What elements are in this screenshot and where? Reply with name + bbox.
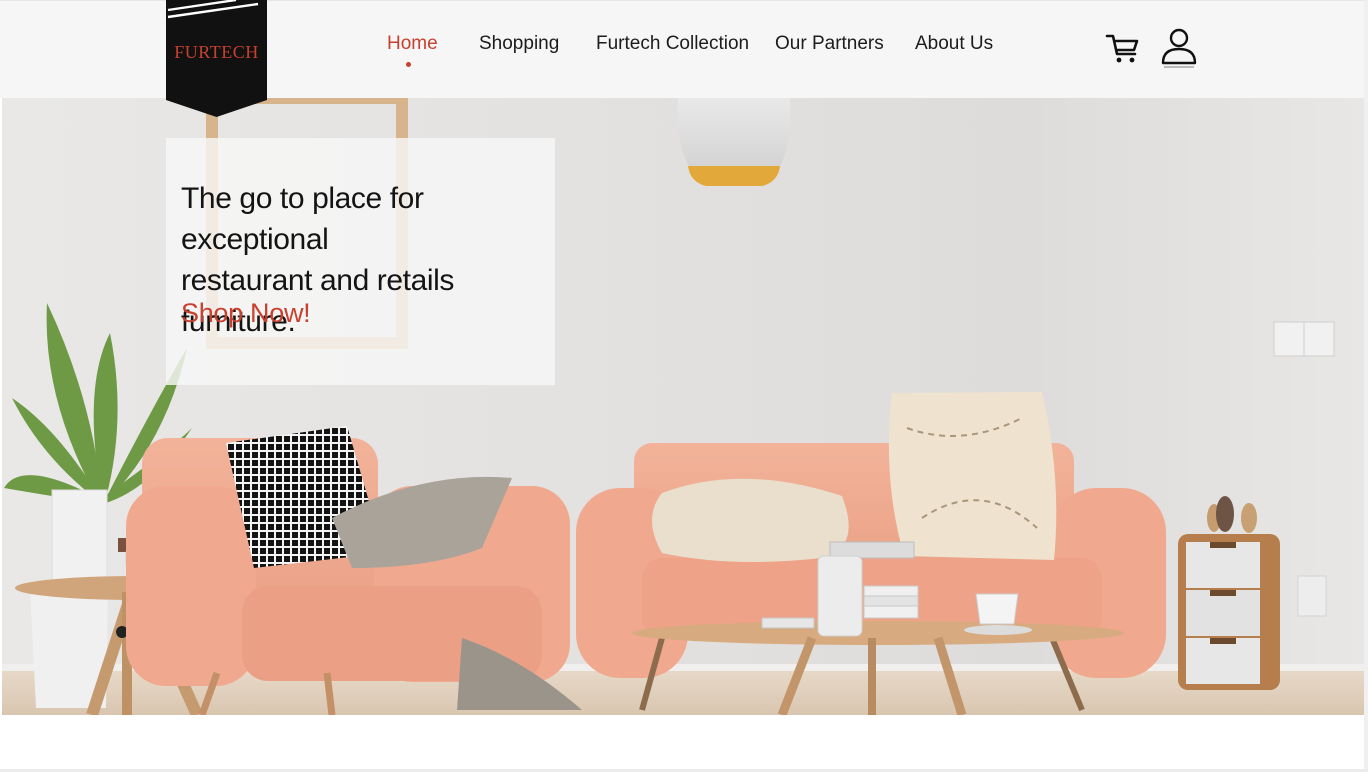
shop-now-link[interactable]: Shop Now! bbox=[181, 298, 311, 329]
scrollbar-track[interactable] bbox=[1364, 0, 1368, 772]
nav-active-indicator bbox=[406, 62, 411, 67]
nav-home[interactable]: Home bbox=[387, 33, 438, 55]
nav-shopping[interactable]: Shopping bbox=[479, 33, 559, 55]
hero-headline-line1: The go to place for exceptional bbox=[181, 182, 424, 256]
brand-logo[interactable]: FURTECH bbox=[166, 0, 267, 117]
brand-name: FURTECH bbox=[174, 42, 259, 62]
user-icon[interactable] bbox=[1160, 27, 1198, 69]
nav-about-us[interactable]: About Us bbox=[915, 33, 993, 55]
nav-our-partners[interactable]: Our Partners bbox=[775, 33, 884, 55]
hero-card: The go to place for exceptional restaura… bbox=[166, 138, 555, 385]
nav-furtech-collection[interactable]: Furtech Collection bbox=[596, 33, 749, 55]
shopping-cart-icon[interactable] bbox=[1105, 30, 1141, 66]
